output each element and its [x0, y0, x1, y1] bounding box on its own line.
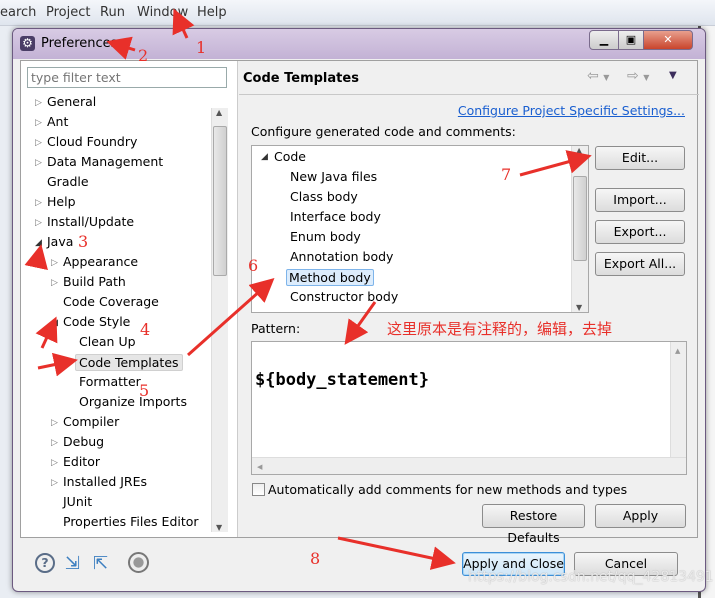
- annotation-note: 这里原本是有注释的，编辑，去掉: [387, 320, 613, 338]
- annotation-7: 7: [501, 165, 512, 184]
- annotation-overlay: [24, 8, 592, 570]
- annotation-1: 1: [196, 38, 207, 57]
- arrow-1: [172, 8, 195, 39]
- annotation-8: 8: [310, 549, 321, 568]
- arrow-7: [519, 150, 592, 177]
- arrow-3: [24, 244, 48, 271]
- annotation-2: 2: [138, 46, 149, 65]
- arrow-4: [35, 316, 58, 349]
- arrow-2: [106, 36, 136, 60]
- annotation-3: 3: [78, 232, 89, 251]
- arrow-5: [37, 352, 78, 377]
- annotation-5: 5: [139, 381, 150, 400]
- arrow-6: [187, 278, 275, 357]
- annotation-6: 6: [248, 256, 259, 275]
- annotation-4: 4: [140, 320, 151, 339]
- arrow-note: [344, 301, 377, 345]
- arrow-8: [337, 536, 456, 570]
